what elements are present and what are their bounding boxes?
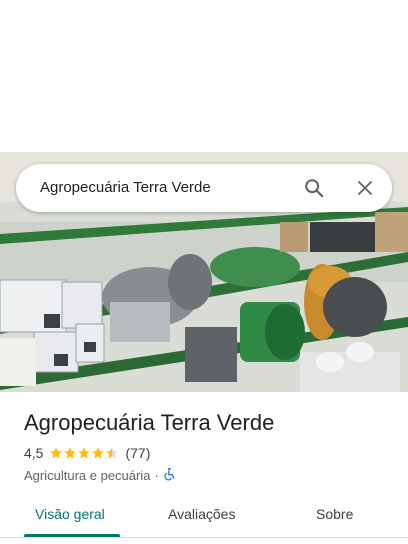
tab-overview[interactable]: Visão geral [35,506,105,522]
tab-reviews[interactable]: Avaliações [168,506,235,522]
search-input[interactable]: Agropecuária Terra Verde [40,179,211,196]
star-icon [50,447,63,459]
rating-row[interactable]: 4,5 (77) [24,444,150,462]
wheelchair-icon [163,467,177,484]
place-category: Agricultura e pecuária [24,467,151,483]
search-bar[interactable]: Agropecuária Terra Verde [16,164,392,212]
separator: · [154,467,159,483]
tab-about[interactable]: Sobre [316,506,353,522]
place-title: Agropecuária Terra Verde [24,410,275,435]
review-count[interactable]: (77) [125,445,150,461]
tabs-divider [0,537,408,538]
category-row: Agricultura e pecuária · [24,466,177,484]
star-icon [78,447,91,459]
star-icon [64,447,77,459]
close-icon[interactable] [353,176,377,200]
star-icon [92,447,105,459]
tab-bar: Visão geral Avaliações Sobre [0,496,408,538]
search-icon[interactable] [302,176,326,200]
map-blank-area [0,0,408,152]
rating-stars [49,446,119,460]
rating-value: 4,5 [24,445,44,461]
star-half-icon [106,447,119,459]
